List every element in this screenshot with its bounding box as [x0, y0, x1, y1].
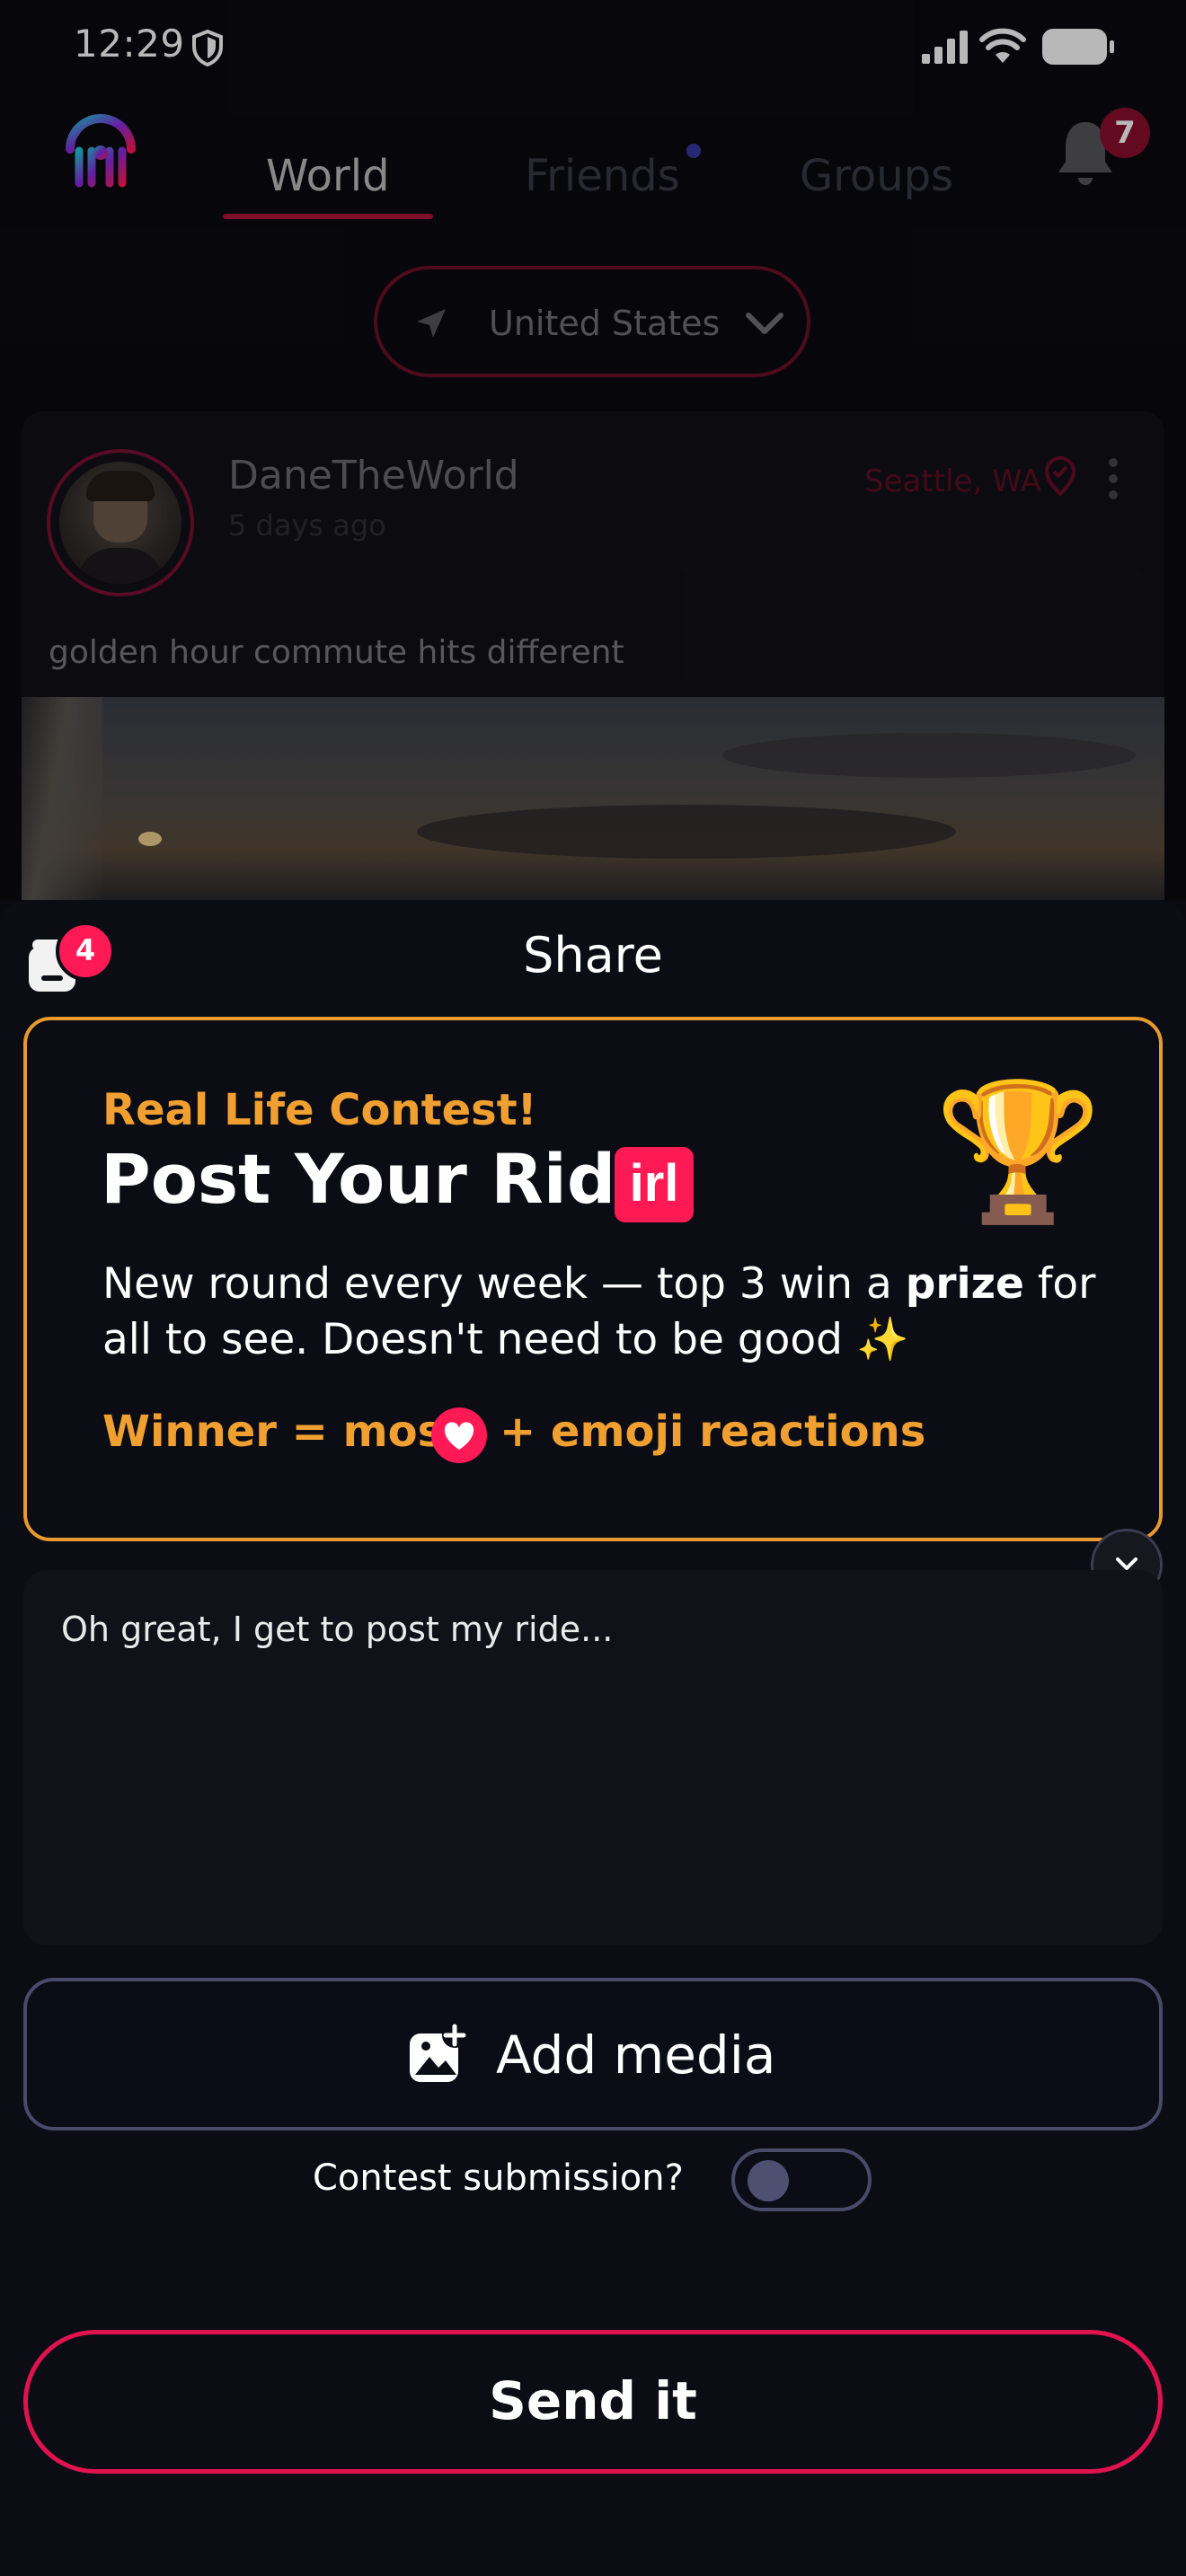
add-image-icon	[410, 2023, 467, 2082]
compose-textarea[interactable]: Oh great, I get to post my ride...	[23, 1570, 1163, 1945]
sparkle-icon: ✨	[855, 1315, 909, 1364]
toggle-knob	[748, 2160, 789, 2201]
contest-description-line2: all to see. Doesn't need to be good ✨	[102, 1315, 908, 1364]
compose-text: Oh great, I get to post my ride...	[61, 1610, 614, 1649]
winner-rule-prefix: Winner = most	[102, 1407, 465, 1457]
contest-desc-prize: prize	[905, 1259, 1024, 1309]
winner-rule-suffix: + emoji reactions	[500, 1407, 926, 1457]
contest-eyebrow: Real Life Contest!	[102, 1085, 537, 1135]
contest-title: Post Your Ride	[101, 1139, 662, 1219]
send-button-label: Send it	[489, 2370, 697, 2431]
contest-desc-part2: for	[1023, 1259, 1096, 1309]
contest-submission-label: Contest submission?	[313, 2157, 684, 2199]
irl-badge: irl	[615, 1147, 694, 1222]
add-media-label: Add media	[496, 2025, 776, 2086]
contest-desc-line2-text: all to see. Doesn't need to be good	[102, 1315, 843, 1364]
add-media-button[interactable]: Add media	[23, 1978, 1163, 2130]
heart-icon	[431, 1407, 487, 1463]
trophy-icon: 🏆	[934, 1074, 1102, 1231]
send-button[interactable]: Send it	[23, 2330, 1163, 2474]
contest-desc-part1: New round every week — top 3 win a	[102, 1259, 906, 1309]
contest-description-line1: New round every week — top 3 win a prize…	[102, 1259, 1095, 1309]
share-sheet-title: Share	[523, 927, 663, 984]
dim-overlay	[0, 0, 1186, 900]
